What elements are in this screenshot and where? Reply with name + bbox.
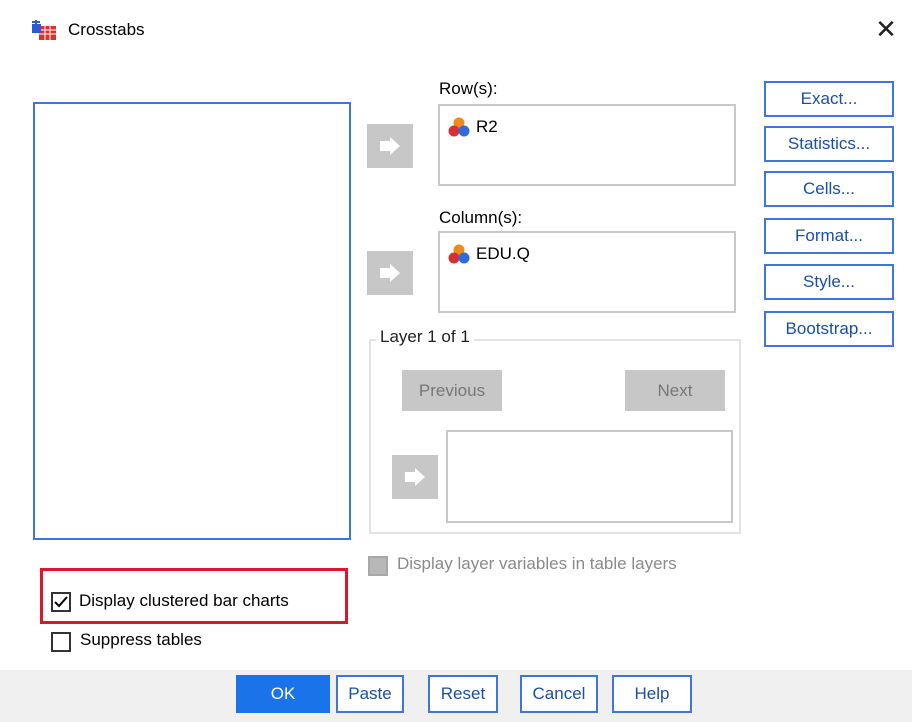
rows-list-item[interactable]: R2 [448,116,498,138]
help-button[interactable]: Help [612,675,692,713]
arrow-right-icon [405,468,425,486]
columns-list-item[interactable]: EDU.Q [448,243,530,265]
next-layer-button[interactable]: Next [625,370,725,411]
move-to-columns-button[interactable] [367,251,413,295]
bootstrap-button[interactable]: Bootstrap... [764,311,894,347]
source-variable-list[interactable] [33,102,351,540]
nominal-variable-icon [448,244,470,264]
move-to-layer-button[interactable] [392,455,438,499]
columns-item-name: EDU.Q [476,244,530,263]
arrow-right-icon [380,264,400,282]
rows-variable-list[interactable]: R2 [438,104,736,186]
ok-button[interactable]: OK [236,675,330,713]
arrow-right-icon [380,137,400,155]
window-title: Crosstabs [68,20,145,39]
close-button[interactable]: ✕ [868,12,904,48]
rows-label: Row(s): [439,79,498,98]
suppress-tables-checkbox[interactable] [51,632,71,652]
display-layer-variables-checkbox[interactable] [368,556,388,576]
exact-button[interactable]: Exact... [764,81,894,117]
cancel-button[interactable]: Cancel [520,675,598,713]
columns-label: Column(s): [439,208,523,227]
statistics-button[interactable]: Statistics... [764,126,894,162]
layer-group-title: Layer 1 of 1 [376,327,474,347]
format-button[interactable]: Format... [764,218,894,254]
rows-item-name: R2 [476,117,498,136]
display-layer-variables-label: Display layer variables in table layers [397,554,677,573]
columns-variable-list[interactable]: EDU.Q [438,231,736,313]
clustered-bar-charts-checkbox[interactable] [51,592,71,612]
move-to-rows-button[interactable] [367,124,413,168]
suppress-tables-label: Suppress tables [80,630,202,649]
previous-layer-button[interactable]: Previous [402,370,502,411]
checkmark-icon [54,596,68,608]
cells-button[interactable]: Cells... [764,171,894,207]
style-button[interactable]: Style... [764,264,894,300]
paste-button[interactable]: Paste [336,675,404,713]
crosstabs-app-icon [31,19,57,41]
layer-variable-list[interactable] [446,430,733,523]
reset-button[interactable]: Reset [428,675,498,713]
nominal-variable-icon [448,117,470,137]
clustered-bar-charts-label: Display clustered bar charts [79,591,289,610]
